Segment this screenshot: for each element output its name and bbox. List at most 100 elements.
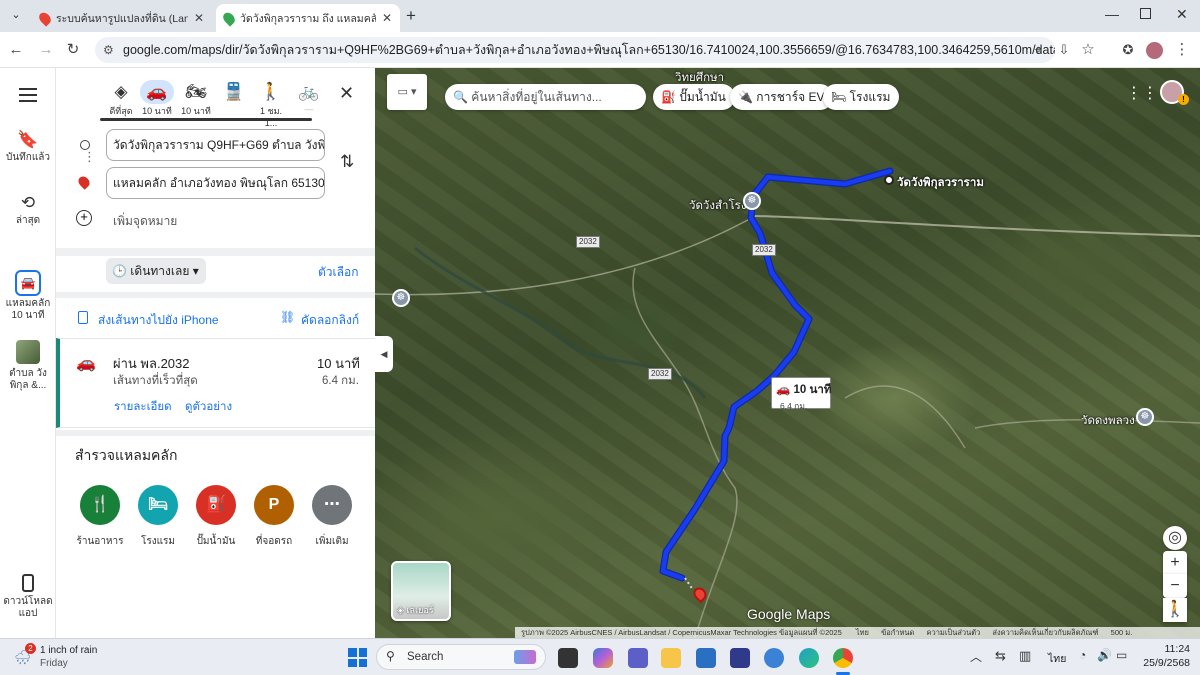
- footer-link-privacy[interactable]: ความเป็นส่วนตัว: [926, 628, 980, 637]
- close-tab-icon[interactable]: ✕: [382, 11, 392, 25]
- my-location-button[interactable]: ◎: [1163, 526, 1187, 550]
- mode-bike[interactable]: 🚲 —: [292, 80, 326, 114]
- weather-widget[interactable]: 🌧 2 1 inch of rain Friday: [14, 643, 134, 673]
- place-label-origin-temple[interactable]: วัดวังพิกุลวราราม: [897, 174, 984, 192]
- zoom-out-button[interactable]: −: [1163, 574, 1187, 598]
- footer-link-feedback[interactable]: ส่งความคิดเห็นเกี่ยวกับผลิตภัณฑ์: [992, 628, 1098, 637]
- route-preview-link[interactable]: ดูตัวอย่าง: [185, 398, 232, 416]
- chat-icon[interactable]: [764, 648, 784, 668]
- store-icon[interactable]: [696, 648, 716, 668]
- app-icon[interactable]: [730, 648, 750, 668]
- hotel-button[interactable]: 🛏: [138, 485, 178, 525]
- footer-link-terms[interactable]: ข้อกำหนด: [881, 628, 914, 637]
- close-window-icon[interactable]: ✕: [1176, 6, 1188, 23]
- site-info-icon[interactable]: ⚙: [103, 37, 114, 63]
- add-destination-icon[interactable]: +: [76, 210, 92, 226]
- taskbar-search[interactable]: ⚲ Search: [376, 644, 546, 670]
- restaurant-button[interactable]: 🍴: [80, 485, 120, 525]
- route-card[interactable]: 🚗 ผ่าน พล.2032 10 นาที เส้นทางที่เร็วที่…: [56, 338, 375, 428]
- parking-button[interactable]: P: [254, 485, 294, 525]
- address-bar[interactable]: ⚙ google.com/maps/dir/วัดวังพิกุลวราราม+…: [95, 37, 1055, 63]
- temple-poi-icon[interactable]: ☸: [1136, 408, 1154, 426]
- task-view-icon[interactable]: [558, 648, 578, 668]
- more-button[interactable]: ⋯: [312, 485, 352, 525]
- options-link[interactable]: ตัวเลือก: [318, 263, 358, 282]
- satellite-map[interactable]: ▭ ▾ 🔍 ค้นหาสิ่งที่อยู่ในเส้นทาง... ⛽ ปั๊…: [375, 68, 1200, 638]
- keyboard-shortcuts-button[interactable]: ▭ ▾: [387, 74, 427, 110]
- search-along-route[interactable]: 🔍 ค้นหาสิ่งที่อยู่ในเส้นทาง...: [445, 84, 646, 110]
- back-icon[interactable]: ←: [6, 40, 26, 60]
- filter-ev-charging[interactable]: 🔌 การชาร์จ EV: [730, 84, 834, 110]
- minimize-icon[interactable]: —: [1105, 6, 1119, 22]
- route-info-bubble[interactable]: 🚗 10 นาที 6.4 กม.: [771, 377, 831, 411]
- origin-input[interactable]: วัดวังพิกุลวราราม Q9HF+G69 ตำบล วังพิกุล…: [106, 129, 325, 161]
- input-language[interactable]: ไทย: [1048, 650, 1066, 667]
- pegman-icon[interactable]: 🚶: [1163, 598, 1187, 622]
- profile-avatar[interactable]: [1146, 42, 1163, 59]
- show-hidden-icons[interactable]: ︿: [970, 648, 982, 665]
- location-icon[interactable]: ⌖: [1028, 40, 1048, 60]
- layers-button[interactable]: ◈ เลเยอร์: [391, 561, 451, 621]
- reload-icon[interactable]: ↻: [63, 40, 83, 60]
- tab-title: ระบบค้นหารูปแปลงที่ดิน (LandsMap): [56, 12, 188, 25]
- depart-now-button[interactable]: 🕒 เดินทางเลย ▾: [106, 258, 206, 284]
- close-directions-icon[interactable]: ✕: [339, 83, 354, 104]
- footer-link-language[interactable]: ไทย: [856, 628, 869, 637]
- filter-hotel[interactable]: 🛏 โรงแรม: [823, 84, 900, 110]
- tray-icon[interactable]: ⇆: [995, 648, 1006, 664]
- copilot-icon[interactable]: [593, 648, 613, 668]
- menu-icon[interactable]: ⋮: [1172, 40, 1192, 60]
- teams-icon[interactable]: [628, 648, 648, 668]
- battery-icon[interactable]: ▭: [1116, 648, 1127, 662]
- bookmark-star-icon[interactable]: ☆: [1078, 40, 1098, 60]
- route-walk-dots: [684, 577, 694, 591]
- rail-item-recent[interactable]: ⟲ ล่าสุด: [0, 193, 56, 228]
- place-label-dong-phluang-temple[interactable]: วัดดงพลวง: [1081, 412, 1135, 430]
- clock-date[interactable]: 25/9/2568: [1136, 657, 1190, 669]
- hamburger-menu-icon[interactable]: [19, 88, 37, 102]
- my-location-icon: ◎: [1168, 529, 1182, 546]
- filter-gas-station[interactable]: ⛽ ปั๊มน้ำมัน: [653, 84, 735, 110]
- copy-link-button[interactable]: คัดลอกลิงก์: [301, 311, 359, 330]
- place-label-school[interactable]: วิทยศึกษา: [675, 69, 724, 87]
- temple-poi-icon[interactable]: ☸: [743, 192, 761, 210]
- edge-icon[interactable]: [799, 648, 819, 668]
- collapse-panel-button[interactable]: ◀: [375, 336, 393, 372]
- clock-icon: 🕒: [112, 264, 127, 278]
- chrome-icon[interactable]: [833, 648, 853, 668]
- place-label-wang-samrong-temple[interactable]: วัดวังสำโรง: [689, 197, 746, 215]
- tray-icon[interactable]: ▥: [1019, 648, 1031, 664]
- mode-transit[interactable]: 🚆: [217, 80, 251, 104]
- hotel-label: โรงแรม: [140, 536, 176, 547]
- volume-icon[interactable]: 🔊: [1097, 648, 1112, 662]
- browser-tab-active[interactable]: วัดวังพิกุลวราราม ถึง แหลมคลัก อำเภ ✕: [216, 4, 400, 32]
- destination-input[interactable]: แหลมคลัก อำเภอวังทอง พิษณุโลก 65130: [106, 167, 325, 199]
- file-explorer-icon[interactable]: [661, 648, 681, 668]
- install-icon[interactable]: ⇩: [1054, 40, 1074, 60]
- add-destination-label[interactable]: เพิ่มจุดหมาย: [113, 212, 177, 231]
- browser-tab[interactable]: ระบบค้นหารูปแปลงที่ดิน (LandsMap) ✕: [32, 4, 212, 32]
- rail-item-recent-place[interactable]: ตำบล วังพิกุล &...: [0, 340, 56, 392]
- restore-icon[interactable]: [1140, 8, 1151, 19]
- google-maps-logo: Google Maps: [747, 606, 831, 622]
- route-details-link[interactable]: รายละเอียด: [114, 398, 172, 416]
- gas-station-button[interactable]: ⛽: [196, 485, 236, 525]
- mode-motorbike[interactable]: 🏍 10 นาที: [179, 80, 213, 118]
- mode-best[interactable]: ◈ ดีที่สุด: [104, 80, 138, 118]
- zoom-in-button[interactable]: +: [1163, 551, 1187, 575]
- mode-drive[interactable]: 🚗 10 นาที: [140, 80, 174, 118]
- rail-item-saved[interactable]: 🔖 บันทึกแล้ว: [0, 130, 56, 165]
- clock-time[interactable]: 11:24: [1150, 643, 1191, 655]
- new-tab-button[interactable]: +: [406, 6, 416, 26]
- rail-item-current-route[interactable]: 🚘 แหลมคลัก 10 นาที: [0, 270, 56, 322]
- send-to-phone-link[interactable]: ส่งเส้นทางไปยัง iPhone: [98, 311, 219, 330]
- temple-poi-icon[interactable]: ☸: [392, 289, 410, 307]
- tab-search-button[interactable]: ⌄: [6, 8, 26, 24]
- forward-icon[interactable]: →: [36, 40, 56, 60]
- close-tab-icon[interactable]: ✕: [194, 11, 204, 25]
- swap-icon[interactable]: ⇅: [340, 152, 354, 172]
- extensions-icon[interactable]: ✪: [1118, 40, 1138, 60]
- start-button[interactable]: [348, 648, 367, 667]
- rail-item-download-app[interactable]: ดาวน์โหลดแอป: [0, 574, 56, 620]
- wifi-icon[interactable]: ◔: [1079, 648, 1086, 662]
